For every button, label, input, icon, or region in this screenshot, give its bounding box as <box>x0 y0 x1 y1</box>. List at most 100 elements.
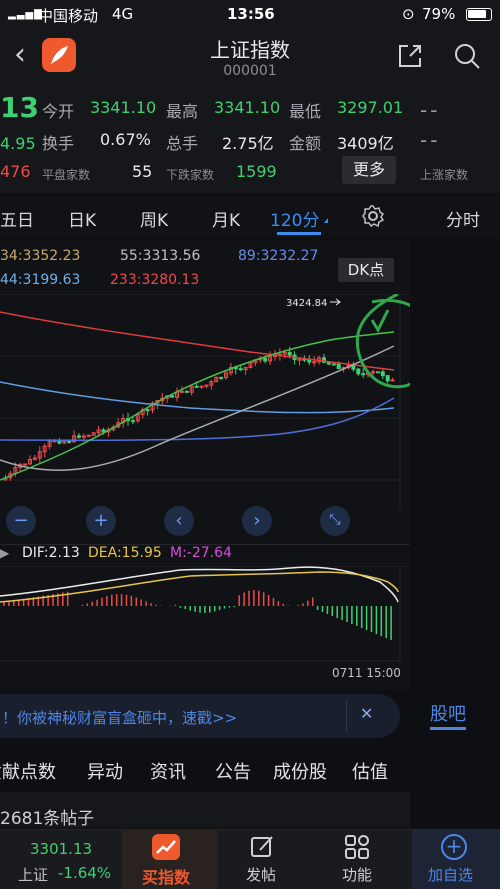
macd-dropdown-icon[interactable]: ▶ <box>0 546 9 560</box>
function-grid-icon[interactable] <box>344 834 370 864</box>
promo-banner[interactable]: ！你被神秘财富盲盒砸中，速戳>> ✕ <box>0 694 400 738</box>
page-title: 上证指数 <box>210 38 290 62</box>
ma55-legend: 55:3313.56 <box>120 248 201 264</box>
low-label: 最低 <box>289 102 322 121</box>
scroll-left-button[interactable]: ‹ <box>164 506 194 536</box>
ma34-legend: 34:3352.23 <box>0 248 81 264</box>
candle-body <box>385 375 390 382</box>
quote-panel: 13 4.95 476 今开 3341.10 最高 3341.10 最低 329… <box>0 88 500 193</box>
add-watchlist-label: 加自选 <box>428 866 474 884</box>
candle-body <box>356 368 361 375</box>
dif-legend: DIF:2.13 <box>22 545 80 561</box>
candle-body <box>67 440 72 443</box>
search-icon[interactable] <box>452 41 482 75</box>
tab-week-k[interactable]: 周K <box>140 206 168 231</box>
kline-chart-panel: 34:3352.23 55:3313.56 89:3232.27 44:3199… <box>0 240 410 690</box>
candle-body <box>380 371 385 377</box>
current-price: 13 <box>0 91 39 124</box>
tab-valuation[interactable]: 估值 <box>352 758 388 784</box>
price-change: 4.95 <box>0 134 36 153</box>
ma34-line <box>0 331 395 481</box>
amount-value: 3409亿 <box>337 134 394 153</box>
clock: 13:56 <box>227 5 275 23</box>
candle-body <box>331 363 336 366</box>
open-value: 3341.10 <box>90 98 157 117</box>
post-label[interactable]: 发帖 <box>246 864 276 885</box>
low-value: 3297.01 <box>337 98 404 117</box>
up-count-label: 上涨家数 <box>420 168 469 182</box>
volume-value: 2.75亿 <box>222 134 274 153</box>
down-count-value: 1599 <box>236 162 277 181</box>
candle-body <box>263 357 268 362</box>
tab-day-k[interactable]: 日K <box>68 206 96 231</box>
zoom-out-button[interactable]: − <box>6 506 36 536</box>
lower-dash: -- <box>420 128 441 152</box>
candle-body <box>307 359 312 363</box>
macd-chart[interactable] <box>0 566 410 662</box>
m-legend: M:-27.64 <box>170 545 232 561</box>
ma89-line <box>0 397 395 441</box>
tab-month-k[interactable]: 月K <box>212 206 240 231</box>
more-button[interactable]: 更多 <box>342 156 396 184</box>
tab-time-share[interactable]: 分时 <box>446 206 480 231</box>
candle-body <box>219 376 224 379</box>
tab-contribution[interactable]: 贡献点数 <box>0 758 56 784</box>
candle-body <box>101 429 106 433</box>
price-change-pct: 476 <box>0 162 31 181</box>
share-icon[interactable] <box>396 42 424 74</box>
amount-label: 金额 <box>289 134 322 153</box>
tab-announcements[interactable]: 公告 <box>215 758 251 784</box>
peak-arrow-icon <box>330 298 341 306</box>
fullscreen-button[interactable]: ⤡ <box>320 506 350 536</box>
network-label: 4G <box>112 5 134 23</box>
kline-main-chart[interactable]: 3424.84 <box>0 294 410 510</box>
battery-icon <box>466 8 492 21</box>
guba-tab-indicator <box>430 727 466 730</box>
flat-count-value: 55 <box>132 162 153 181</box>
peak-price-label: 3424.84 <box>286 298 327 309</box>
post-pen-icon[interactable] <box>250 834 276 864</box>
high-label: 最高 <box>166 102 199 121</box>
hand-drawn-check <box>370 309 390 334</box>
candle-body <box>312 361 317 364</box>
volume-label: 总手 <box>166 134 199 153</box>
tab-guba[interactable]: 股吧 <box>430 700 466 726</box>
chart-timestamp: 0711 15:00 <box>332 666 401 680</box>
tab-constituents[interactable]: 成份股 <box>273 758 327 784</box>
close-icon[interactable]: ✕ <box>360 704 373 723</box>
function-label[interactable]: 功能 <box>342 864 372 885</box>
candle-body <box>371 371 375 374</box>
tab-five-day[interactable]: 五日 <box>0 206 34 231</box>
buy-index-button[interactable]: 买指数 <box>122 830 218 889</box>
turnover-value: 0.67% <box>100 130 151 149</box>
open-label: 今开 <box>42 102 75 121</box>
upper-dash: -- <box>420 98 441 122</box>
candle-body <box>287 351 292 356</box>
tab-news[interactable]: 资讯 <box>150 758 186 784</box>
ma233-line <box>0 311 395 371</box>
status-bar: ▂▃▅▇ 中国移动 4G 13:56 ⊙ 79% <box>0 0 500 28</box>
candle-body <box>52 440 57 443</box>
chart-trend-icon <box>152 834 180 860</box>
promo-text: ！你被神秘财富盲盒砸中，速戳>> <box>2 709 238 727</box>
candle-body <box>184 390 189 393</box>
dk-point-button[interactable]: DK点 <box>338 258 394 282</box>
carrier-label: 中国移动 <box>38 7 99 25</box>
buy-index-label: 买指数 <box>142 868 191 887</box>
candle-body <box>23 463 28 466</box>
tab-120-min[interactable]: 120分 <box>270 206 319 231</box>
dea-line <box>0 571 399 603</box>
posts-count-row[interactable]: 2681条帖子 <box>0 792 410 829</box>
bottom-toolbar: 3301.13 上证 -1.64% 买指数 发帖 功能 + 加自选 <box>0 829 500 889</box>
zoom-in-button[interactable]: + <box>86 506 116 536</box>
stock-code: 000001 <box>223 63 277 79</box>
title-bar: ‹ 上证指数 000001 <box>0 28 500 88</box>
add-watchlist-button[interactable]: + 加自选 <box>412 830 500 889</box>
settings-gear-icon[interactable] <box>361 204 385 233</box>
ma144-legend: 44:3199.63 <box>0 272 81 288</box>
scroll-right-button[interactable]: › <box>242 506 272 536</box>
candle-body <box>336 363 341 370</box>
candle-body <box>179 390 184 393</box>
tab-abnormal-move[interactable]: 异动 <box>87 758 123 784</box>
candles-group <box>3 346 395 481</box>
